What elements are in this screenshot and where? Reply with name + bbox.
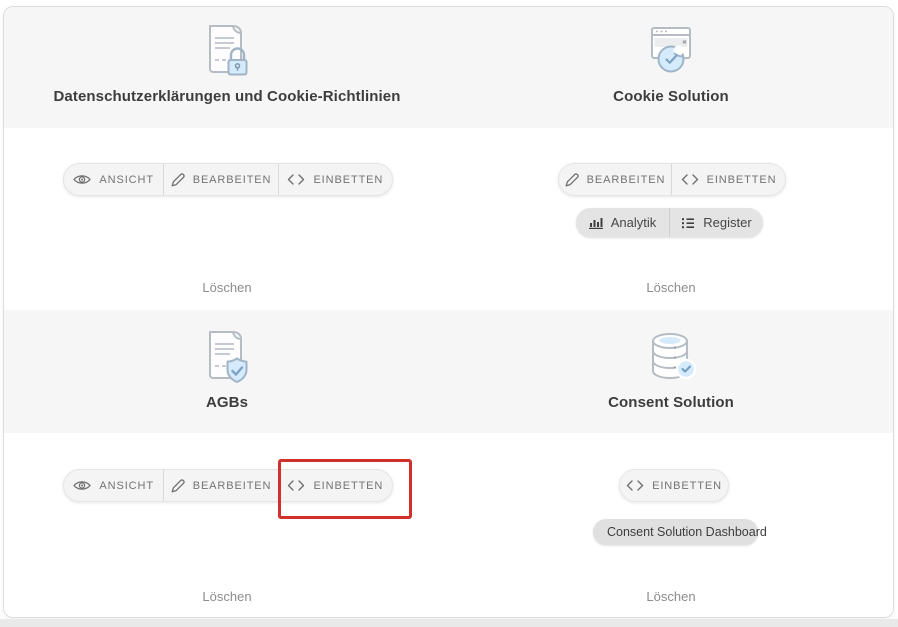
agb-title: AGBs [206,394,248,411]
agb-view-label: ANSICHT [99,480,154,492]
consent-embed-button[interactable]: EINBETTEN [620,470,728,501]
database-check-icon [642,328,700,385]
privacy-embed-label: EINBETTEN [313,174,383,186]
actions-row-agb-consent: ANSICHT BEARBEITEN EINBETTEN [4,433,893,618]
cookie-register-label: Register [703,215,751,230]
consent-banner: Consent Solution [448,310,894,451]
cookie-embed-label: EINBETTEN [707,174,777,186]
code-icon [287,174,305,185]
cookie-analytics-button[interactable]: Analytik [576,208,669,237]
privacy-delete-link[interactable]: Löschen [4,280,450,295]
highlight-box-agb-embed [278,459,412,519]
cookie-register-button[interactable]: Register [669,208,763,237]
cookie-title: Cookie Solution [613,88,729,105]
pencil-icon [171,173,185,187]
privacy-title: Datenschutzerklärungen und Cookie-Richtl… [53,88,400,105]
code-icon [626,480,644,491]
cookie-edit-label: BEARBEITEN [587,174,666,186]
consent-title: Consent Solution [608,394,734,411]
agb-view-button[interactable]: ANSICHT [64,470,163,501]
integrations-panel: Datenschutzerklärungen und Cookie-Richtl… [3,6,894,618]
agb-edit-button[interactable]: BEARBEITEN [163,470,277,501]
bar-chart-icon [589,216,603,229]
cookie-secondary-group: Analytik Register [576,208,763,237]
consent-action-group: EINBETTEN [619,469,729,502]
cookie-analytics-label: Analytik [611,215,657,230]
pencil-icon [171,479,185,493]
agb-delete-link[interactable]: Löschen [4,589,450,604]
cookie-edit-button[interactable]: BEARBEITEN [559,164,671,195]
agb-banner: AGBs [4,310,450,451]
cookie-banner: Cookie Solution [448,7,894,143]
eye-icon [73,479,91,492]
consent-embed-label: EINBETTEN [652,480,722,492]
privacy-view-label: ANSICHT [99,174,154,186]
eye-icon [73,173,91,186]
actions-row-privacy-cookie: ANSICHT BEARBEITEN EINBETTEN BEARBEI [4,128,893,310]
privacy-banner: Datenschutzerklärungen und Cookie-Richtl… [4,7,450,143]
privacy-embed-button[interactable]: EINBETTEN [278,164,392,195]
document-lock-icon [198,22,256,79]
document-shield-check-icon [198,328,256,385]
privacy-view-button[interactable]: ANSICHT [64,164,163,195]
consent-dashboard-button[interactable]: Consent Solution Dashboard [593,519,758,545]
document-shield-check-icon [201,329,253,385]
database-check-icon [644,329,698,385]
list-icon [681,217,695,229]
banner-row-agb-consent: AGBs Consent Solution [4,310,893,433]
cookie-embed-button[interactable]: EINBETTEN [671,164,785,195]
privacy-edit-label: BEARBEITEN [193,174,272,186]
page-background-strip [0,619,898,627]
cookie-action-group: BEARBEITEN EINBETTEN [558,163,786,196]
document-lock-icon [201,23,253,79]
browser-cookie-check-icon [642,22,700,79]
privacy-edit-button[interactable]: BEARBEITEN [163,164,277,195]
agb-edit-label: BEARBEITEN [193,480,272,492]
privacy-action-group: ANSICHT BEARBEITEN EINBETTEN [63,163,393,196]
consent-delete-link[interactable]: Löschen [448,589,894,604]
pencil-icon [565,173,579,187]
browser-cookie-check-icon [643,22,699,79]
cookie-delete-link[interactable]: Löschen [448,280,894,295]
banner-row-privacy-cookie: Datenschutzerklärungen und Cookie-Richtl… [4,7,893,128]
code-icon [681,174,699,185]
